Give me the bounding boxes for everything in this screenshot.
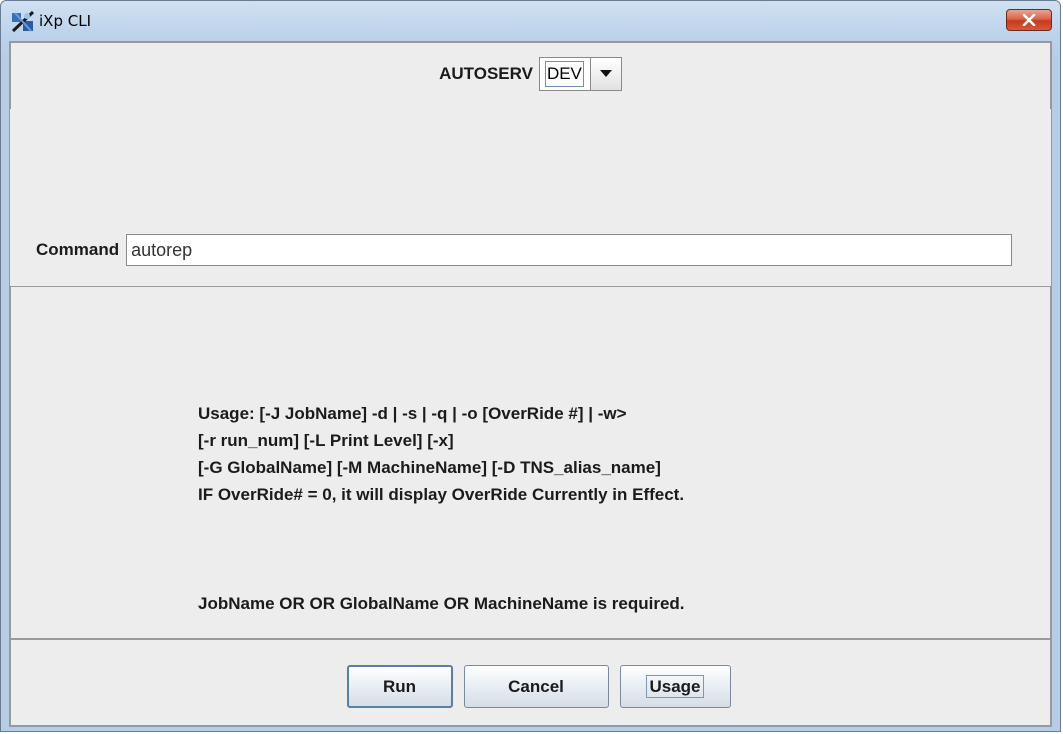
server-label: AUTOSERV <box>439 64 533 83</box>
server-row: AUTOSERV DEV <box>11 57 1050 91</box>
title-bar[interactable]: iXp CLI <box>1 1 1060 41</box>
button-panel: Run Cancel Usage <box>10 639 1051 726</box>
ixp-app-icon <box>11 11 35 33</box>
usage-button[interactable]: Usage <box>619 665 731 708</box>
usage-line: Usage: [-J JobName] -d | -s | -q | -o [O… <box>198 404 627 423</box>
command-label: Command <box>36 240 120 259</box>
dialog-content: AUTOSERV DEV Command autorep Usage: [-J … <box>9 41 1052 727</box>
triangle-down-icon <box>599 70 612 77</box>
run-button[interactable]: Run <box>346 665 453 708</box>
server-dropdown-value[interactable]: DEV <box>540 58 590 90</box>
server-dropdown[interactable]: DEV <box>538 57 622 91</box>
usage-line: IF OverRide# = 0, it will display OverRi… <box>198 485 685 504</box>
close-x-icon <box>1022 14 1036 26</box>
usage-line: [-G GlobalName] [-M MachineName] [-D TNS… <box>198 458 661 477</box>
command-input[interactable] <box>126 234 1013 266</box>
server-selected-value: DEV <box>544 61 584 87</box>
usage-panel: Usage: [-J JobName] -d | -s | -q | -o [O… <box>10 286 1051 639</box>
close-button[interactable] <box>1006 9 1052 31</box>
cancel-button[interactable]: Cancel <box>463 665 609 708</box>
server-panel: AUTOSERV DEV <box>10 42 1051 110</box>
window-title: iXp CLI <box>39 12 91 30</box>
command-row: Command <box>36 234 1013 266</box>
usage-button-label: Usage <box>646 674 704 698</box>
usage-required-text: JobName OR OR GlobalName OR MachineName … <box>198 594 685 613</box>
button-row: Run Cancel Usage <box>11 665 1050 708</box>
usage-text-block: Usage: [-J JobName] -d | -s | -q | -o [O… <box>198 400 684 508</box>
usage-line: [-r run_num] [-L Print Level] [-x] <box>198 431 454 450</box>
ixp-cli-window: iXp CLI AUTOSERV DEV Command autorep Usa… <box>0 0 1061 732</box>
command-panel: Command <box>10 109 1051 287</box>
dropdown-arrow-button[interactable] <box>589 58 621 90</box>
